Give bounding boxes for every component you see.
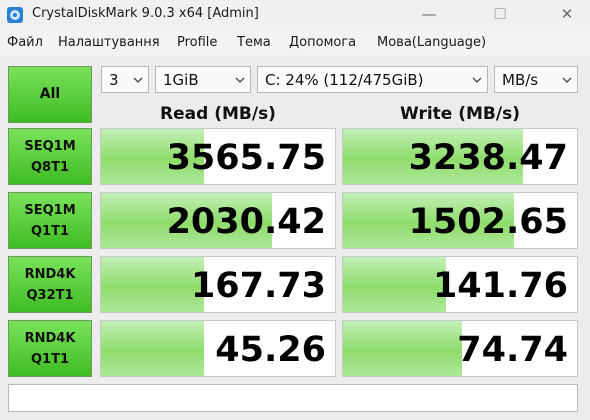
chevron-down-icon (235, 77, 245, 83)
window-title: CrystalDiskMark 9.0.3 x64 [Admin] (32, 6, 259, 21)
test-params: Q1T1 (30, 351, 69, 367)
write-value: 74.74 (457, 330, 568, 370)
menu-bar: Файл Налаштування Profile Тема Допомога … (0, 30, 590, 55)
test-name: RND4K (24, 266, 76, 282)
menu-help[interactable]: Допомога (289, 35, 356, 50)
drive-value: C: 24% (112/475GiB) (265, 71, 424, 89)
test-button-rnd4k-q32t1[interactable]: RND4K Q32T1 (8, 256, 92, 313)
read-progress-fill (101, 257, 204, 312)
test-button-seq1m-q8t1[interactable]: SEQ1M Q8T1 (8, 128, 92, 185)
read-header: Read (MB/s) (160, 104, 276, 124)
read-value: 167.73 (190, 266, 326, 306)
write-progress-fill (343, 257, 446, 312)
read-progress-fill (101, 321, 204, 376)
unit-select[interactable]: MB/s (494, 66, 578, 93)
test-params: Q8T1 (30, 159, 69, 175)
test-size-select[interactable]: 1GiB (155, 66, 251, 93)
write-value: 1502.65 (408, 202, 568, 242)
chevron-down-icon (472, 77, 482, 83)
crystaldiskmark-app-icon (7, 7, 23, 23)
write-result-rnd4k-q32t1: 141.76 (342, 256, 578, 313)
test-name: SEQ1M (24, 138, 76, 154)
chevron-down-icon (562, 77, 572, 83)
menu-settings[interactable]: Налаштування (58, 35, 160, 50)
menu-theme[interactable]: Тема (237, 35, 271, 50)
test-name: SEQ1M (24, 202, 76, 218)
test-count-select[interactable]: 3 (101, 66, 149, 93)
test-params: Q1T1 (30, 223, 69, 239)
read-value: 2030.42 (166, 202, 326, 242)
write-value: 141.76 (432, 266, 568, 306)
write-progress-fill (343, 321, 463, 376)
test-size-value: 1GiB (163, 71, 199, 89)
comment-field[interactable] (8, 384, 578, 412)
read-result-seq1m-q8t1: 3565.75 (100, 128, 336, 185)
test-params: Q32T1 (26, 287, 74, 303)
drive-select[interactable]: C: 24% (112/475GiB) (257, 66, 488, 93)
unit-value: MB/s (502, 71, 539, 89)
minimize-button[interactable]: — (406, 0, 452, 30)
write-result-seq1m-q1t1: 1502.65 (342, 192, 578, 249)
menu-file[interactable]: Файл (7, 35, 43, 50)
test-count-value: 3 (109, 71, 119, 89)
write-value: 3238.47 (408, 138, 568, 178)
write-result-rnd4k-q1t1: 74.74 (342, 320, 578, 377)
title-bar: CrystalDiskMark 9.0.3 x64 [Admin] — ☐ ✕ (0, 0, 590, 30)
test-name: RND4K (24, 330, 76, 346)
test-button-rnd4k-q1t1[interactable]: RND4K Q1T1 (8, 320, 92, 377)
read-result-seq1m-q1t1: 2030.42 (100, 192, 336, 249)
read-value: 45.26 (215, 330, 326, 370)
maximize-button[interactable]: ☐ (477, 0, 523, 30)
write-header: Write (MB/s) (400, 104, 520, 124)
read-value: 3565.75 (166, 138, 326, 178)
menu-language[interactable]: Мова(Language) (377, 35, 486, 50)
close-button[interactable]: ✕ (544, 0, 590, 30)
read-result-rnd4k-q1t1: 45.26 (100, 320, 336, 377)
test-button-seq1m-q1t1[interactable]: SEQ1M Q1T1 (8, 192, 92, 249)
read-result-rnd4k-q32t1: 167.73 (100, 256, 336, 313)
run-all-button[interactable]: All (8, 66, 92, 123)
write-result-seq1m-q8t1: 3238.47 (342, 128, 578, 185)
menu-profile[interactable]: Profile (177, 35, 217, 50)
chevron-down-icon (133, 77, 143, 83)
